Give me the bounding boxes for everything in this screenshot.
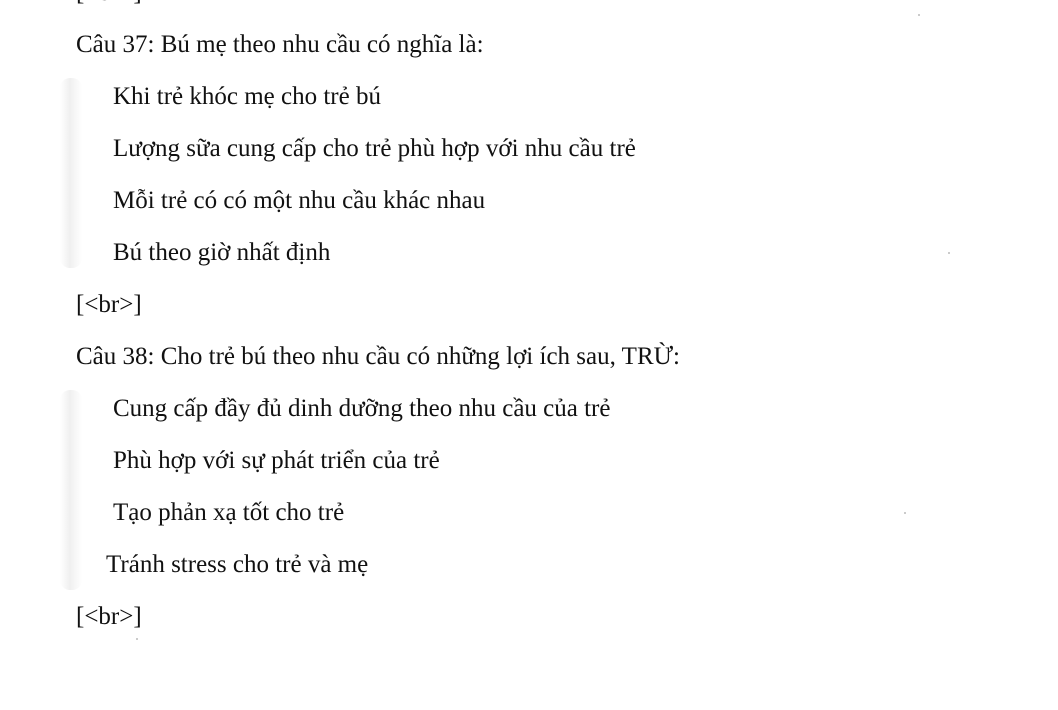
scan-speck xyxy=(948,252,950,254)
question-prompt: Câu 37: Bú mẹ theo nhu cầu có nghĩa là: xyxy=(76,31,484,58)
answer-option: Cung cấp đầy đủ dinh dưỡng theo nhu cầu … xyxy=(113,395,611,422)
question-prompt: Câu 38: Cho trẻ bú theo nhu cầu có những… xyxy=(76,343,680,370)
scan-shadow xyxy=(60,78,82,268)
answer-option: Phù hợp với sự phát triển của trẻ xyxy=(113,447,440,474)
answer-option: Bú theo giờ nhất định xyxy=(113,239,331,266)
answer-option: Lượng sữa cung cấp cho trẻ phù hợp với n… xyxy=(113,135,636,162)
answer-option: Khi trẻ khóc mẹ cho trẻ bú xyxy=(113,83,381,110)
separator-tag: [<br>] xyxy=(76,603,142,630)
scan-speck xyxy=(136,638,138,640)
scan-shadow xyxy=(60,390,82,590)
scan-speck xyxy=(904,512,906,514)
clipped-separator: [<br>] xyxy=(76,0,142,8)
answer-option: Mỗi trẻ có có một nhu cầu khác nhau xyxy=(113,187,486,214)
answer-option: Tạo phản xạ tốt cho trẻ xyxy=(113,499,345,526)
answer-option: Tránh stress cho trẻ và mẹ xyxy=(106,551,369,578)
separator-tag: [<br>] xyxy=(76,291,142,318)
scan-speck xyxy=(918,14,920,16)
